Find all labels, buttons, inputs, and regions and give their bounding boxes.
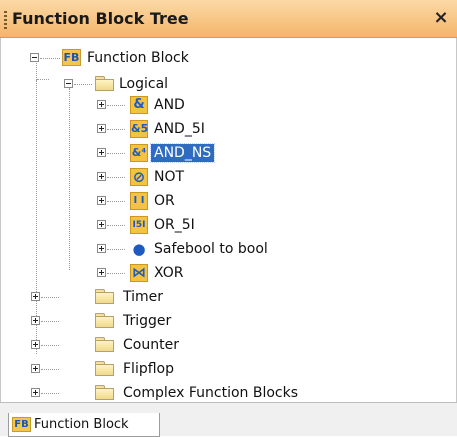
expand-expander-icon[interactable] — [31, 340, 40, 349]
tree-line — [41, 345, 59, 346]
tree-line — [107, 249, 125, 250]
tree-line — [107, 201, 125, 202]
tree-item-complex-function-blocks[interactable]: Complex Function Blocks — [123, 384, 298, 402]
and-gate-icon: & — [130, 96, 148, 114]
collapse-expander-icon[interactable] — [30, 53, 39, 62]
folder-icon — [95, 385, 114, 400]
tree-item-trigger[interactable]: Trigger — [123, 312, 171, 330]
expand-expander-icon[interactable] — [31, 292, 40, 301]
tree-line — [107, 153, 125, 154]
tree-line — [107, 129, 125, 130]
folder-icon — [95, 289, 114, 304]
tree-line — [107, 273, 125, 274]
expand-expander-icon[interactable] — [97, 148, 106, 157]
tree-line — [41, 321, 59, 322]
expand-expander-icon[interactable] — [97, 268, 106, 277]
tree-line — [41, 369, 59, 370]
collapse-expander-icon[interactable] — [64, 79, 73, 88]
expand-expander-icon[interactable] — [97, 196, 106, 205]
not-gate-icon: ⊘ — [130, 168, 148, 186]
tree-item-xor[interactable]: XOR — [154, 264, 183, 282]
tree-line — [69, 88, 70, 270]
or-5-input-icon: I5I — [130, 216, 148, 234]
panel-title-bar[interactable]: Function Block Tree × — [0, 0, 457, 38]
or-gate-icon: I I — [130, 192, 148, 210]
tree-item-logical[interactable]: Logical — [119, 75, 168, 93]
expand-expander-icon[interactable] — [31, 388, 40, 397]
expand-expander-icon[interactable] — [31, 316, 40, 325]
expand-expander-icon[interactable] — [97, 220, 106, 229]
safebool-icon: ● — [130, 240, 148, 258]
tree-item-or[interactable]: OR — [154, 192, 175, 210]
open-folder-icon — [95, 76, 114, 91]
xor-gate-icon: ⋈ — [130, 264, 148, 282]
tree-item-and-ns[interactable]: AND_NS — [149, 143, 216, 163]
drag-grip-icon[interactable] — [4, 11, 7, 29]
folder-icon — [95, 313, 114, 328]
panel-title: Function Block Tree — [12, 9, 189, 28]
tree-line — [107, 177, 125, 178]
expand-expander-icon[interactable] — [97, 244, 106, 253]
expand-expander-icon[interactable] — [97, 172, 106, 181]
tab-label: Function Block — [34, 417, 129, 432]
function-block-tree[interactable]: FB Function Block Logical & AND &5 AND_5… — [0, 38, 457, 402]
tree-line — [41, 297, 59, 298]
tree-item-and[interactable]: AND — [154, 96, 185, 114]
tree-item-timer[interactable]: Timer — [123, 288, 163, 306]
tree-item-counter[interactable]: Counter — [123, 336, 179, 354]
tree-line — [36, 80, 37, 354]
and-5-input-icon: &5 — [130, 120, 148, 138]
folder-icon — [95, 361, 114, 376]
close-icon[interactable]: × — [431, 7, 451, 29]
tree-line — [40, 58, 60, 59]
tree-item-and-5i[interactable]: AND_5I — [154, 120, 205, 138]
tree-item-safebool-to-bool[interactable]: Safebool to bool — [154, 240, 268, 258]
tree-root-label[interactable]: Function Block — [87, 49, 189, 67]
tab-function-block[interactable]: FB Function Block — [8, 413, 160, 437]
function-block-tree-panel: Function Block Tree × FB Function Block … — [0, 0, 457, 437]
expand-expander-icon[interactable] — [97, 100, 106, 109]
bottom-tab-strip: FB Function Block — [0, 402, 457, 437]
tree-line — [107, 225, 125, 226]
expand-expander-icon[interactable] — [31, 364, 40, 373]
expand-expander-icon[interactable] — [97, 124, 106, 133]
tree-item-flipflop[interactable]: Flipflop — [123, 360, 174, 378]
function-block-icon: FB — [12, 417, 31, 432]
tree-line — [107, 105, 125, 106]
tree-item-or-5i[interactable]: OR_5I — [154, 216, 195, 234]
tree-line — [37, 79, 49, 80]
function-block-icon: FB — [62, 49, 81, 66]
tree-line — [74, 84, 92, 85]
tree-line — [41, 393, 59, 394]
tree-item-not[interactable]: NOT — [154, 168, 184, 186]
and-ns-icon: &⁴ — [130, 144, 148, 162]
folder-icon — [95, 337, 114, 352]
